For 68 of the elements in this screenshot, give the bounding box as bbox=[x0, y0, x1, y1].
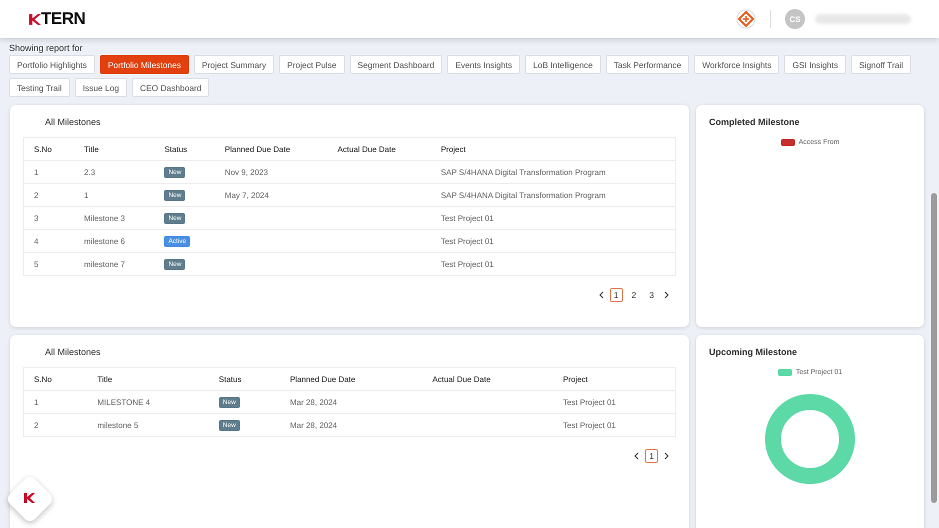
column-header: Title bbox=[87, 368, 209, 390]
table-cell: 4 bbox=[24, 230, 74, 252]
column-header: S.No bbox=[24, 138, 74, 160]
table-cell: Test Project 01 bbox=[430, 252, 676, 276]
report-tab[interactable]: Issue Log bbox=[74, 78, 128, 97]
table-cell: 1 bbox=[24, 390, 88, 414]
k-mark-icon bbox=[28, 12, 41, 26]
table-cell: SAP S/4HANA Digital Transformation Program bbox=[430, 184, 676, 206]
report-tab[interactable]: Task Performance bbox=[606, 55, 690, 74]
report-tab[interactable]: Project Pulse bbox=[279, 55, 344, 74]
table-cell: Mar 28, 2024 bbox=[290, 420, 338, 430]
report-tab[interactable]: Segment Dashboard bbox=[350, 55, 442, 74]
chevron-left-icon[interactable] bbox=[598, 291, 605, 299]
column-header: Title bbox=[74, 138, 154, 160]
table-cell: Test Project 01 bbox=[552, 414, 676, 436]
report-tab[interactable]: Workforce Insights bbox=[694, 55, 780, 74]
report-tab[interactable]: Portfolio Highlights bbox=[9, 55, 95, 74]
column-header: Status bbox=[154, 138, 215, 160]
report-tab[interactable]: Signoff Trail bbox=[851, 55, 912, 74]
report-tab[interactable]: Project Summary bbox=[194, 55, 274, 74]
table-cell: Test Project 01 bbox=[552, 390, 676, 414]
report-tab[interactable]: LoB Intelligence bbox=[525, 55, 601, 74]
table-cell: milestone 6 bbox=[74, 230, 154, 252]
column-header: Actual Due Date bbox=[328, 138, 431, 160]
scrollbar[interactable] bbox=[931, 193, 937, 503]
card-title: All Milestones bbox=[44, 117, 102, 127]
table-cell: May 7, 2024 bbox=[224, 190, 269, 200]
column-header: Status bbox=[208, 368, 280, 390]
table-cell: 2 bbox=[24, 184, 74, 206]
card-title: All Milestones bbox=[44, 347, 102, 357]
table-cell: Test Project 01 bbox=[430, 230, 676, 252]
table-cell: 1 bbox=[24, 160, 74, 184]
column-header: Planned Due Date bbox=[280, 368, 422, 390]
table-cell: 1 bbox=[74, 184, 154, 206]
chevron-right-icon[interactable] bbox=[663, 291, 670, 299]
table-cell: Milestone 3 bbox=[74, 206, 154, 230]
report-tab[interactable]: CEO Dashboard bbox=[132, 78, 210, 97]
emblem-icon[interactable] bbox=[736, 9, 756, 29]
table-cell: 3 bbox=[24, 206, 74, 230]
table-cell: MILESTONE 4 bbox=[87, 390, 209, 414]
chevron-left-icon[interactable] bbox=[633, 452, 640, 460]
card-title: Completed Milestone bbox=[709, 117, 801, 127]
column-header: S.No bbox=[24, 368, 88, 390]
report-tab[interactable]: Portfolio Milestones bbox=[100, 55, 189, 74]
page-button[interactable]: 3 bbox=[645, 288, 658, 302]
table-cell: 2 bbox=[24, 414, 88, 436]
column-header: Planned Due Date bbox=[214, 138, 328, 160]
report-tab[interactable]: GSI Insights bbox=[784, 55, 846, 74]
table-cell: Nov 9, 2023 bbox=[224, 168, 268, 176]
column-header: Actual Due Date bbox=[422, 368, 553, 390]
report-tab[interactable]: Testing Trail bbox=[9, 78, 70, 97]
page-button[interactable]: 1 bbox=[610, 288, 623, 302]
logo[interactable]: TERN bbox=[28, 9, 86, 29]
card-title: Upcoming Milestone bbox=[709, 347, 798, 357]
filter-label: Showing report for bbox=[9, 43, 84, 53]
table-cell: milestone 7 bbox=[74, 252, 154, 276]
table-cell: Test Project 01 bbox=[430, 206, 676, 230]
column-header: Project bbox=[552, 368, 676, 390]
page-button[interactable]: 2 bbox=[628, 288, 640, 302]
table-cell: Mar 28, 2024 bbox=[290, 398, 338, 406]
chevron-right-icon[interactable] bbox=[663, 452, 670, 460]
report-tab[interactable]: Events Insights bbox=[447, 55, 520, 74]
page-button[interactable]: 1 bbox=[645, 449, 658, 463]
table-cell: milestone 5 bbox=[87, 414, 209, 436]
table-cell: 2.3 bbox=[74, 160, 154, 184]
table-cell: 5 bbox=[24, 252, 74, 276]
column-header: Project bbox=[430, 138, 676, 160]
table-cell: SAP S/4HANA Digital Transformation Program bbox=[430, 160, 676, 184]
